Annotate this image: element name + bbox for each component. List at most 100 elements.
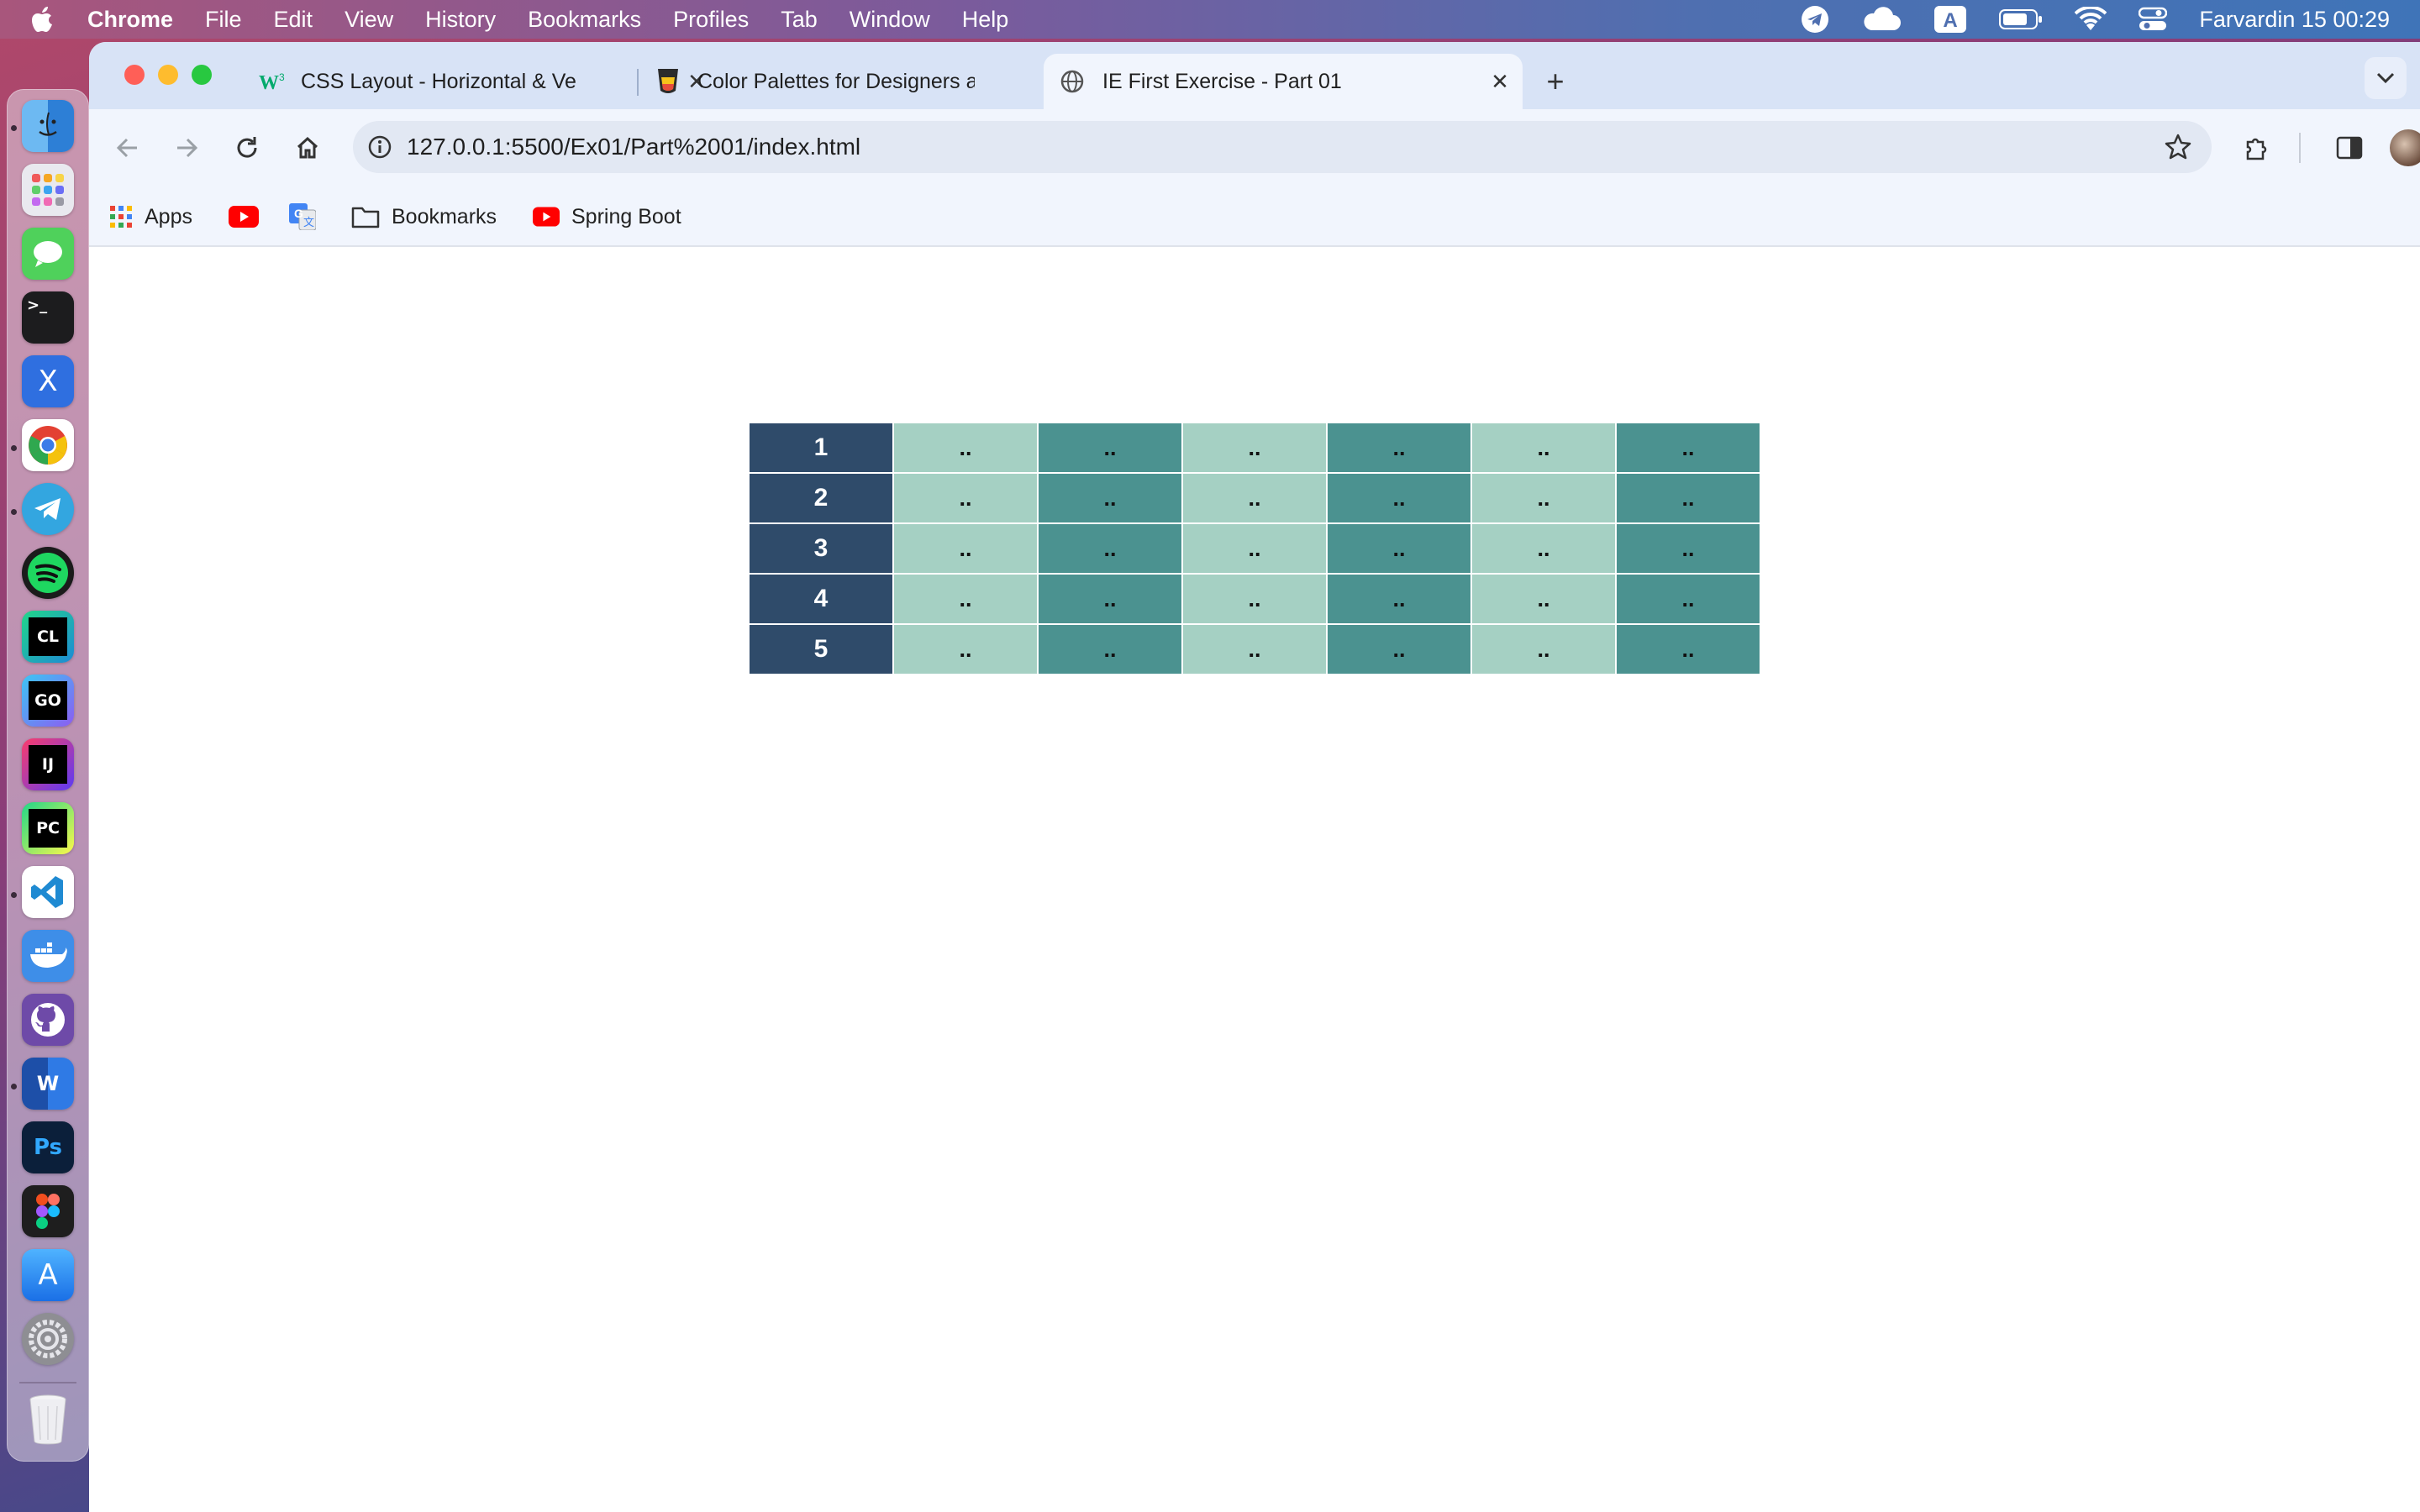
- spotify-icon[interactable]: [22, 547, 74, 599]
- address-bar[interactable]: 127.0.0.1:5500/Ex01/Part%2001/index.html: [353, 121, 2212, 173]
- input-source-icon[interactable]: A: [1933, 5, 1967, 34]
- word-icon[interactable]: W: [22, 1058, 74, 1110]
- chevron-down-icon: [2376, 72, 2395, 84]
- arrow-right-icon: [177, 138, 198, 158]
- goland-icon[interactable]: GO: [22, 675, 74, 727]
- finder-icon[interactable]: [22, 100, 74, 152]
- bookmark-spring-boot[interactable]: Spring Boot: [533, 202, 681, 232]
- menu-bookmarks[interactable]: Bookmarks: [528, 7, 641, 33]
- forward-button[interactable]: [166, 128, 207, 168]
- table-cell: ..: [1326, 522, 1472, 575]
- telegram-icon[interactable]: [22, 483, 74, 535]
- minimize-window-button[interactable]: [158, 65, 178, 85]
- running-indicator: [11, 125, 17, 131]
- close-window-button[interactable]: [124, 65, 145, 85]
- system-settings-icon[interactable]: [22, 1313, 74, 1365]
- bookmark-label: Bookmarks: [392, 204, 497, 228]
- table-cell: ..: [892, 522, 1039, 575]
- bookmark-label: Apps: [145, 204, 192, 228]
- running-indicator: [11, 509, 17, 515]
- star-icon: [2165, 134, 2191, 160]
- terminal-icon[interactable]: >_: [22, 291, 74, 344]
- url-text[interactable]: 127.0.0.1:5500/Ex01/Part%2001/index.html: [407, 134, 860, 160]
- table-cell: ..: [892, 472, 1039, 524]
- extensions-button[interactable]: [2237, 128, 2277, 168]
- bookmark-star-button[interactable]: [2163, 132, 2193, 162]
- arrow-left-icon: [116, 138, 137, 158]
- home-icon: [297, 136, 318, 159]
- bookmark-apps[interactable]: Apps: [109, 202, 192, 232]
- bookmark-translate[interactable]: G文: [289, 202, 316, 232]
- wifi-icon[interactable]: [2075, 7, 2107, 32]
- reload-button[interactable]: [227, 128, 267, 168]
- table-row: 1 .. .. .. .. .. ..: [748, 422, 1761, 474]
- menu-window[interactable]: Window: [850, 7, 930, 33]
- youtube-icon: [229, 206, 259, 228]
- vscode-icon[interactable]: [22, 866, 74, 918]
- bookmark-youtube[interactable]: [229, 202, 259, 232]
- table-cell: ..: [1326, 472, 1472, 524]
- pycharm-icon[interactable]: PC: [22, 802, 74, 854]
- cloud-icon[interactable]: [1861, 7, 1902, 32]
- github-icon[interactable]: [22, 994, 74, 1046]
- home-button[interactable]: [287, 128, 328, 168]
- menu-file[interactable]: File: [205, 7, 242, 33]
- menu-edit[interactable]: Edit: [274, 7, 313, 33]
- menu-help[interactable]: Help: [962, 7, 1009, 33]
- docker-icon[interactable]: [22, 930, 74, 982]
- trash-icon[interactable]: [22, 1394, 74, 1446]
- appstore-icon[interactable]: A: [22, 1249, 74, 1301]
- maximize-window-button[interactable]: [192, 65, 212, 85]
- goland-label: GO: [29, 681, 67, 720]
- side-panel-button[interactable]: [2329, 128, 2370, 168]
- figma-icon[interactable]: [22, 1185, 74, 1237]
- battery-icon[interactable]: [1999, 8, 2043, 30]
- intellij-icon[interactable]: IJ: [22, 738, 74, 790]
- apps-grid-icon: [110, 206, 132, 228]
- x-icon[interactable]: X: [22, 355, 74, 407]
- close-icon[interactable]: ✕: [1487, 69, 1512, 94]
- table-row: 5 .. .. .. .. .. ..: [748, 623, 1761, 675]
- browser-toolbar: 127.0.0.1:5500/Ex01/Part%2001/index.html: [89, 109, 2420, 186]
- profile-avatar[interactable]: [2390, 129, 2420, 166]
- apple-menu-icon[interactable]: [29, 4, 59, 34]
- page-viewport: 1 .. .. .. .. .. .. 2 .. .. .. .. .. ..: [89, 247, 2420, 1512]
- tab-search-button[interactable]: [2365, 57, 2407, 99]
- telegram-status-icon[interactable]: [1801, 5, 1829, 34]
- site-info-icon[interactable]: [366, 134, 393, 160]
- clion-icon[interactable]: CL: [22, 611, 74, 663]
- menu-profiles[interactable]: Profiles: [673, 7, 749, 33]
- running-indicator: [11, 1084, 17, 1089]
- tab-strip: W3 CSS Layout - Horizontal & Ve ✕ Color …: [89, 42, 2420, 109]
- launchpad-icon[interactable]: [22, 164, 74, 216]
- table-cell: ..: [1326, 623, 1472, 675]
- bookmarks-bar: Apps G文 Bookmarks Spring Boot: [89, 186, 2420, 247]
- intellij-label: IJ: [29, 745, 67, 784]
- tab-ie-first-exercise[interactable]: IE First Exercise - Part 01 ✕: [1044, 54, 1523, 109]
- messages-icon[interactable]: [22, 228, 74, 280]
- table-cell: ..: [1470, 522, 1617, 575]
- table-cell: ..: [1615, 422, 1761, 474]
- control-center-icon[interactable]: [2139, 7, 2168, 32]
- table-row: 4 .. .. .. .. .. ..: [748, 573, 1761, 625]
- new-tab-button[interactable]: +: [1534, 60, 1576, 102]
- menu-tab[interactable]: Tab: [781, 7, 818, 33]
- tab-title: Color Palettes for Designers a: [697, 69, 975, 93]
- bookmark-folder[interactable]: Bookmarks: [351, 202, 497, 232]
- row-header: 2: [748, 472, 894, 524]
- back-button[interactable]: [108, 128, 148, 168]
- toolbar-divider: [2299, 133, 2301, 163]
- photoshop-icon[interactable]: Ps: [22, 1121, 74, 1173]
- menu-view[interactable]: View: [345, 7, 393, 33]
- table-cell: ..: [1470, 472, 1617, 524]
- exercise-table: 1 .. .. .. .. .. .. 2 .. .. .. .. .. ..: [748, 422, 1761, 675]
- menu-history[interactable]: History: [425, 7, 496, 33]
- menu-app-name[interactable]: Chrome: [87, 7, 173, 33]
- chrome-icon[interactable]: [22, 419, 74, 471]
- youtube-icon: [533, 207, 560, 227]
- menu-clock[interactable]: Farvardin 15 00:29: [2199, 7, 2390, 33]
- browser-window: W3 CSS Layout - Horizontal & Ve ✕ Color …: [89, 42, 2420, 1512]
- table-cell: ..: [1326, 422, 1472, 474]
- tab-title: IE First Exercise - Part 01: [1102, 69, 1342, 93]
- table-cell: ..: [1615, 623, 1761, 675]
